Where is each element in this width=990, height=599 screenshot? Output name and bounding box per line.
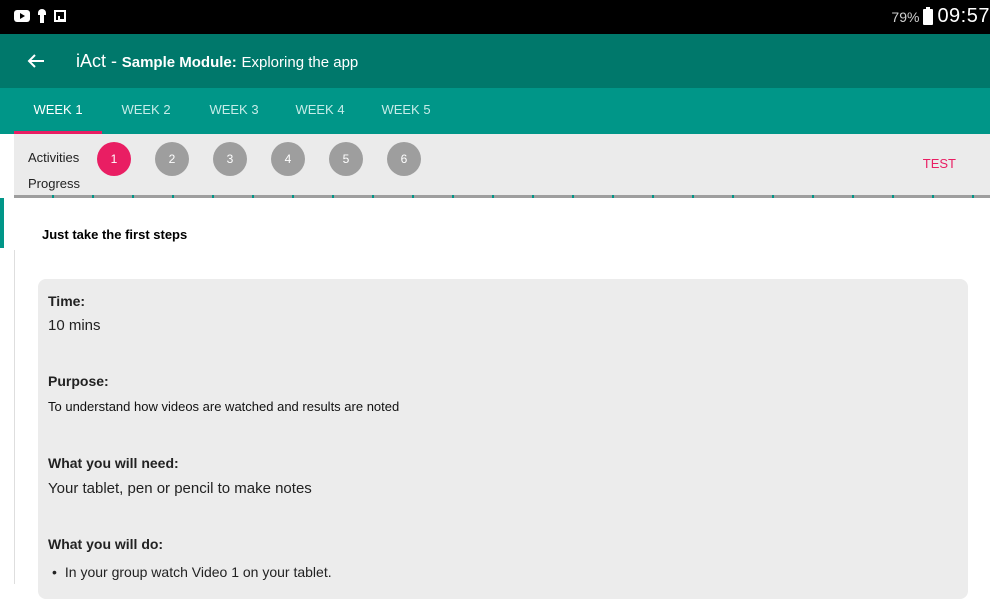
activities-strip: Activities Progress 1 2 3 4 5 6 TEST [14,134,990,198]
clock: 09:57 [937,5,990,27]
time-value: 10 mins [48,317,101,334]
progress-track [14,195,990,198]
week-tab-bar: WEEK 1 WEEK 2 WEEK 3 WEEK 4 WEEK 5 [0,88,990,134]
app-bar: iAct - Sample Module: Exploring the app [0,34,990,88]
time-title: Time: [48,293,86,309]
image-icon [54,10,66,22]
do-title: What you will do: [48,536,164,552]
need-value: Your tablet, pen or pencil to make notes [48,480,312,497]
module-label: Sample Module: [121,54,237,71]
activity-circle-3[interactable]: 3 [213,142,247,176]
do-list-item: In your group watch Video 1 on your tabl… [52,564,332,580]
tab-week-5[interactable]: WEEK 5 [362,88,450,134]
tab-week-1[interactable]: WEEK 1 [14,88,102,134]
activity-card: Time: 10 mins Purpose: To understand how… [38,279,968,599]
battery-icon [923,6,934,25]
youtube-icon [14,10,30,22]
app-name: iAct - [76,51,118,71]
tab-week-4[interactable]: WEEK 4 [276,88,364,134]
activity-heading: Just take the first steps [42,227,188,242]
activity-circle-6[interactable]: 6 [387,142,421,176]
progress-label: Progress [28,176,81,191]
activity-circle-4[interactable]: 4 [271,142,305,176]
left-divider [14,250,15,584]
page-title: iAct - Sample Module: Exploring the app [76,51,358,72]
purpose-title: Purpose: [48,373,109,389]
module-subtitle: Exploring the app [241,54,359,71]
need-title: What you will need: [48,455,179,471]
purpose-value: To understand how videos are watched and… [48,399,400,414]
battery-percentage: 79% [891,8,920,25]
test-button[interactable]: TEST [923,156,956,171]
back-arrow-icon[interactable] [26,51,46,71]
left-accent-bar [0,198,4,248]
activity-circle-2[interactable]: 2 [155,142,189,176]
tab-week-2[interactable]: WEEK 2 [102,88,190,134]
status-bar: 79% 09:57 [0,0,990,34]
key-icon [38,9,46,23]
activities-label: Activities [28,150,80,165]
tab-week-3[interactable]: WEEK 3 [190,88,278,134]
activity-circle-1[interactable]: 1 [97,142,131,176]
activity-circle-5[interactable]: 5 [329,142,363,176]
status-right: 79% 09:57 [891,5,990,28]
status-icons [14,9,66,23]
